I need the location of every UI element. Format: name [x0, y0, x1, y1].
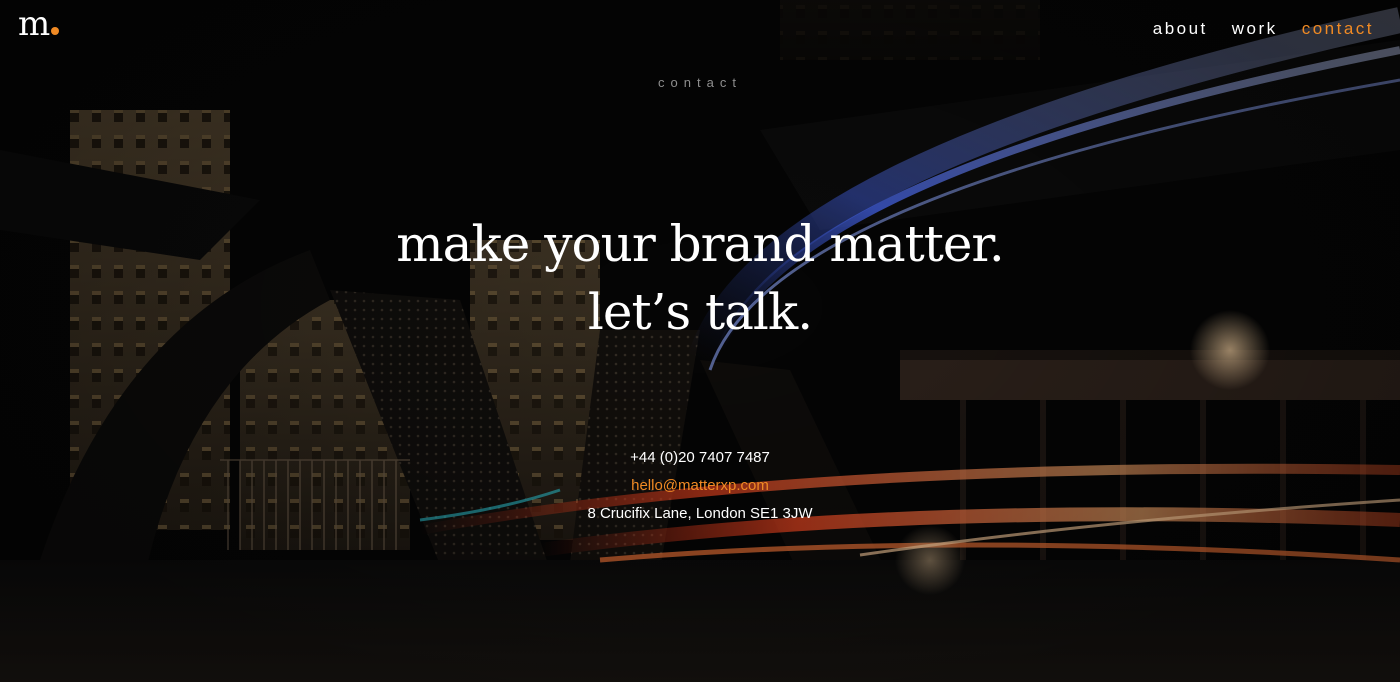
hero-headline: make your brand matter. let’s talk.	[0, 210, 1400, 346]
page-title: contact	[658, 75, 742, 90]
nav-item-work[interactable]: work	[1232, 19, 1278, 39]
hero-line-1: make your brand matter.	[396, 215, 1004, 273]
main-nav: about work contact	[1153, 19, 1374, 39]
nav-item-about[interactable]: about	[1153, 19, 1208, 39]
logo-letter: m	[18, 4, 50, 44]
nav-item-contact[interactable]: contact	[1302, 19, 1374, 39]
logo-dot	[51, 27, 60, 35]
brand-logo[interactable]: m	[18, 4, 60, 44]
email-link[interactable]: hello@matterxp.com	[0, 472, 1400, 500]
phone-number[interactable]: +44 (0)20 7407 7487	[0, 444, 1400, 472]
hero-line-2: let’s talk.	[587, 283, 813, 341]
address: 8 Crucifix Lane, London SE1 3JW	[587, 505, 813, 522]
contact-page: m about work contact contact make your b…	[0, 0, 1400, 682]
contact-details: +44 (0)20 7407 7487 hello@matterxp.com 8…	[0, 444, 1400, 528]
